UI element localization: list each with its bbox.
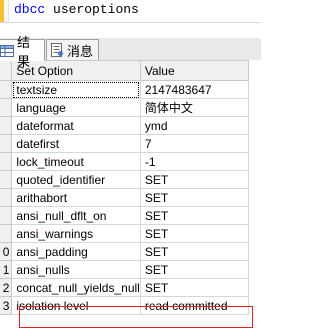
row-number[interactable]: 1 [0, 260, 13, 279]
tab-messages-label: 消息 [67, 43, 94, 59]
table-row[interactable]: arithabort SET [0, 188, 250, 207]
set-option-cell[interactable]: concat_null_yields_null [11, 278, 141, 297]
table-row[interactable]: textsize 2147483647 [0, 80, 250, 99]
grid-icon [0, 44, 14, 57]
tab-messages[interactable]: 消息 [46, 39, 99, 60]
value-cell[interactable]: SET [139, 224, 250, 243]
table-row[interactable]: 1 ansi_nulls SET [0, 260, 250, 279]
row-number[interactable] [0, 152, 13, 171]
results-table: Set Option Value textsize 2147483647 langu… [0, 60, 250, 315]
set-option-cell[interactable]: quoted_identifier [11, 170, 141, 189]
set-option-cell[interactable]: dateformat [11, 116, 141, 135]
value-cell[interactable]: ymd [139, 116, 250, 135]
row-number[interactable] [0, 80, 13, 99]
table-row[interactable]: language 简体中文 [0, 98, 250, 117]
row-number[interactable] [0, 206, 13, 225]
set-option-cell[interactable]: ansi_nulls [11, 260, 141, 279]
value-cell[interactable]: 7 [139, 134, 250, 153]
row-number[interactable] [0, 116, 13, 135]
table-row[interactable]: 2 concat_null_yields_null SET [0, 278, 250, 297]
value-cell[interactable]: SET [139, 188, 250, 207]
set-option-cell[interactable]: textsize [11, 80, 141, 99]
row-number[interactable] [0, 170, 13, 189]
results-grid[interactable]: Set Option Value textsize 2147483647 langu… [0, 60, 261, 336]
row-number[interactable] [0, 98, 13, 117]
set-option-cell[interactable]: ansi_warnings [11, 224, 141, 243]
table-row[interactable]: dateformat ymd [0, 116, 250, 135]
value-cell[interactable]: SET [139, 260, 250, 279]
value-cell[interactable]: 2147483647 [139, 80, 250, 99]
set-option-cell[interactable]: arithabort [11, 188, 141, 207]
value-cell[interactable]: SET [139, 206, 250, 225]
row-number[interactable]: 2 [0, 278, 13, 297]
query-keyword: dbcc [14, 2, 46, 17]
value-cell[interactable]: -1 [139, 152, 250, 171]
corner-cell[interactable] [0, 60, 13, 81]
value-cell[interactable]: read committed [139, 296, 250, 315]
row-number[interactable] [0, 188, 13, 207]
table-row[interactable]: 0 ansi_padding SET [0, 242, 250, 261]
column-header-value[interactable]: Value [139, 60, 250, 81]
set-option-cell[interactable]: isolation level [11, 296, 141, 315]
value-cell[interactable]: SET [139, 170, 250, 189]
table-row[interactable]: 3 isolation level read committed [0, 296, 250, 315]
table-row[interactable]: lock_timeout -1 [0, 152, 250, 171]
messages-icon [51, 43, 63, 57]
results-tab-bar: 结果 消息 [0, 35, 261, 69]
query-argument: useroptions [53, 2, 139, 17]
table-row[interactable]: ansi_null_dflt_on SET [0, 206, 250, 225]
table-row[interactable]: quoted_identifier SET [0, 170, 250, 189]
tab-results[interactable]: 结果 [0, 35, 45, 69]
table-row[interactable]: datefirst 7 [0, 134, 250, 153]
table-row[interactable]: ansi_warnings SET [0, 224, 250, 243]
set-option-cell[interactable]: datefirst [11, 134, 141, 153]
row-number[interactable]: 0 [0, 242, 13, 261]
query-editor[interactable]: dbcc useroptions [0, 0, 261, 23]
row-number[interactable] [0, 224, 13, 243]
editor-gutter [4, 0, 9, 22]
value-cell[interactable]: SET [139, 278, 250, 297]
set-option-cell[interactable]: ansi_null_dflt_on [11, 206, 141, 225]
set-option-cell[interactable]: language [11, 98, 141, 117]
row-number[interactable] [0, 134, 13, 153]
set-option-cell[interactable]: lock_timeout [11, 152, 141, 171]
row-number[interactable]: 3 [0, 296, 13, 315]
set-option-cell[interactable]: ansi_padding [11, 242, 141, 261]
value-cell[interactable]: SET [139, 242, 250, 261]
value-cell[interactable]: 简体中文 [139, 98, 250, 117]
query-line[interactable]: dbcc useroptions [14, 3, 139, 17]
tab-results-label: 结果 [17, 34, 31, 69]
